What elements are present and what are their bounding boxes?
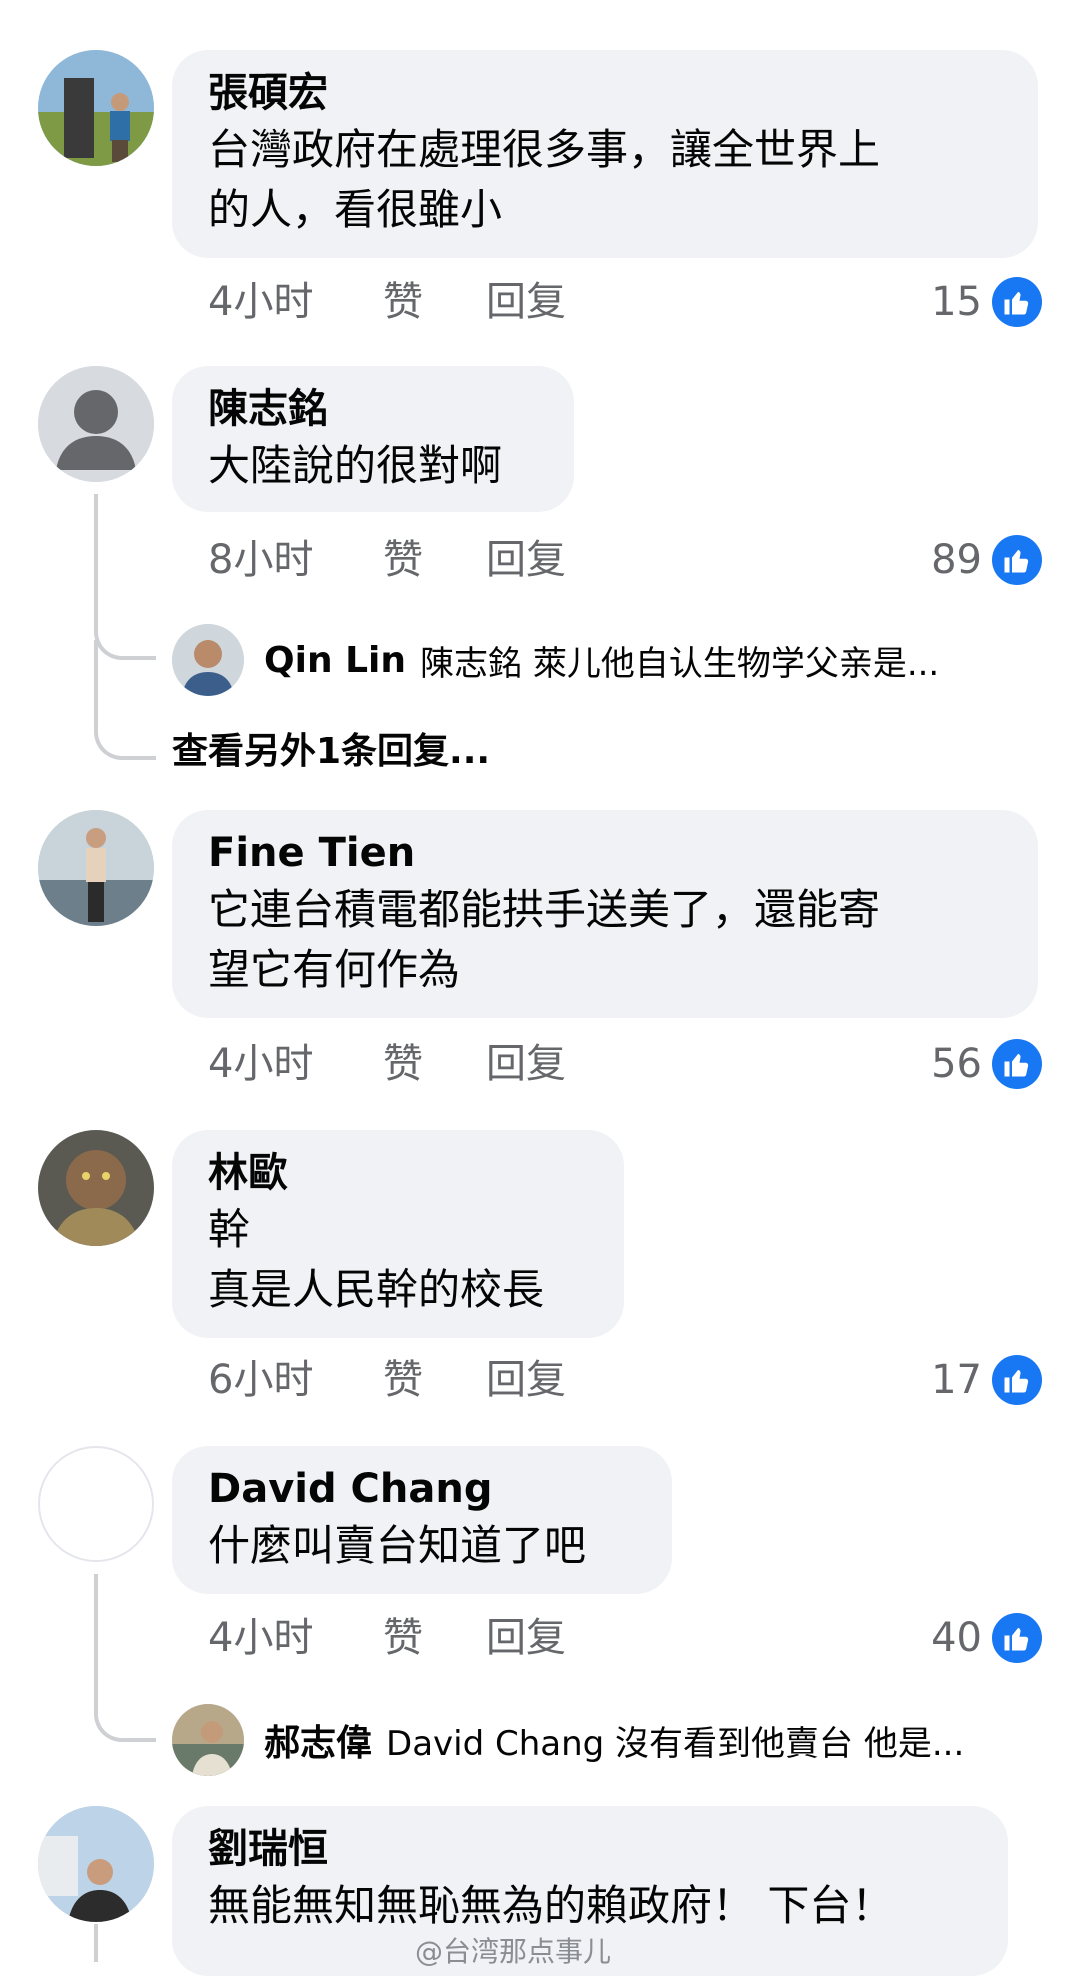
comment-time[interactable]: 8小时 [208,530,313,590]
reply-text: 陳志銘 萊儿他自认生物学父亲是... [420,643,940,684]
comment-time[interactable]: 4小时 [208,1608,313,1668]
reaction-count[interactable]: 56 [931,1034,1042,1094]
comment-text: 幹 真是人民幹的校長 [208,1205,545,1314]
avatar[interactable] [38,1130,154,1246]
reply-button[interactable]: 回复 [486,1350,566,1410]
avatar[interactable] [38,1806,154,1922]
comment-bubble: 張碩宏 台灣政府在處理很多事，讓全世界上 的人，看很雖小 [172,50,1038,258]
comment-time[interactable]: 4小时 [208,1034,313,1094]
like-count: 56 [931,1041,982,1087]
avatar[interactable] [38,366,154,482]
comment-bubble: David Chang 什麼叫賣台知道了吧 [172,1446,672,1594]
reply-preview[interactable]: 郝志偉 David Chang 沒有看到他賣台 他是... [172,1704,964,1776]
reply-text: David Chang 沒有看到他賣台 他是... [386,1723,965,1764]
avatar[interactable] [38,50,154,166]
comment-text: 無能無知無恥無為的賴政府！ 下台！ [208,1881,894,1930]
thumbs-up-icon [992,277,1042,327]
comment-text: 什麼叫賣台知道了吧 [208,1521,587,1570]
reply-author[interactable]: 郝志偉 [264,1714,372,1766]
reaction-count[interactable]: 17 [931,1350,1042,1410]
thread-line [94,1924,98,1962]
thumbs-up-icon [992,1613,1042,1663]
thread-connector [94,640,156,760]
comment-author[interactable]: Fine Tien [208,826,1004,880]
reply-button[interactable]: 回复 [486,530,566,590]
comment-author[interactable]: 林歐 [208,1146,590,1200]
view-more-replies[interactable]: 查看另外1条回复... [172,722,490,774]
like-button[interactable]: 赞 [383,1034,423,1094]
avatar[interactable] [38,810,154,926]
comment-text: 台灣政府在處理很多事，讓全世界上 的人，看很雖小 [208,125,881,234]
comment-author[interactable]: 張碩宏 [208,66,1004,120]
thumbs-up-icon [992,1355,1042,1405]
avatar[interactable] [172,1704,244,1776]
comment-bubble: 林歐 幹 真是人民幹的校長 [172,1130,624,1338]
reply-author[interactable]: Qin Lin [264,640,406,681]
like-button[interactable]: 赞 [383,530,423,590]
thumbs-up-icon [992,535,1042,585]
comment-time[interactable]: 6小时 [208,1350,313,1410]
comment-author[interactable]: 陳志銘 [208,382,540,436]
comment-actions: 6小时 赞 回复 [208,1350,1038,1410]
reply-button[interactable]: 回复 [486,1034,566,1094]
reaction-count[interactable]: 89 [931,530,1042,590]
comment-text: 大陸說的很對啊 [208,441,503,490]
like-button[interactable]: 赞 [383,1350,423,1410]
like-count: 17 [931,1357,982,1403]
avatar[interactable] [38,1446,154,1562]
avatar[interactable] [172,624,244,696]
like-count: 40 [931,1615,982,1661]
thread-line [94,1574,98,1694]
like-count: 89 [931,537,982,583]
comment-time[interactable]: 4小时 [208,272,313,332]
comment-author[interactable]: 劉瑞恒 [208,1822,974,1876]
like-button[interactable]: 赞 [383,1608,423,1668]
reply-button[interactable]: 回复 [486,272,566,332]
like-count: 15 [931,279,982,325]
comment-actions: 4小时 赞 回复 [208,1034,1038,1094]
comment-author[interactable]: David Chang [208,1462,638,1516]
comment-actions: 4小时 赞 回复 [208,1608,1038,1668]
thread-line [94,494,98,614]
comment-bubble: Fine Tien 它連台積電都能拱手送美了，還能寄 望它有何作為 [172,810,1038,1018]
comment-actions: 8小时 赞 回复 [208,530,1038,590]
comment-actions: 4小时 赞 回复 [208,272,1038,332]
reply-preview[interactable]: Qin Lin 陳志銘 萊儿他自认生物学父亲是... [172,624,939,696]
reaction-count[interactable]: 15 [931,272,1042,332]
like-button[interactable]: 赞 [383,272,423,332]
watermark: @台湾那点事儿 [415,1935,612,1968]
thumbs-up-icon [992,1039,1042,1089]
comment-text: 它連台積電都能拱手送美了，還能寄 望它有何作為 [208,885,881,994]
thread-connector [94,1680,156,1742]
comment-bubble: 陳志銘 大陸說的很對啊 [172,366,574,512]
reaction-count[interactable]: 40 [931,1608,1042,1668]
reply-button[interactable]: 回复 [486,1608,566,1668]
